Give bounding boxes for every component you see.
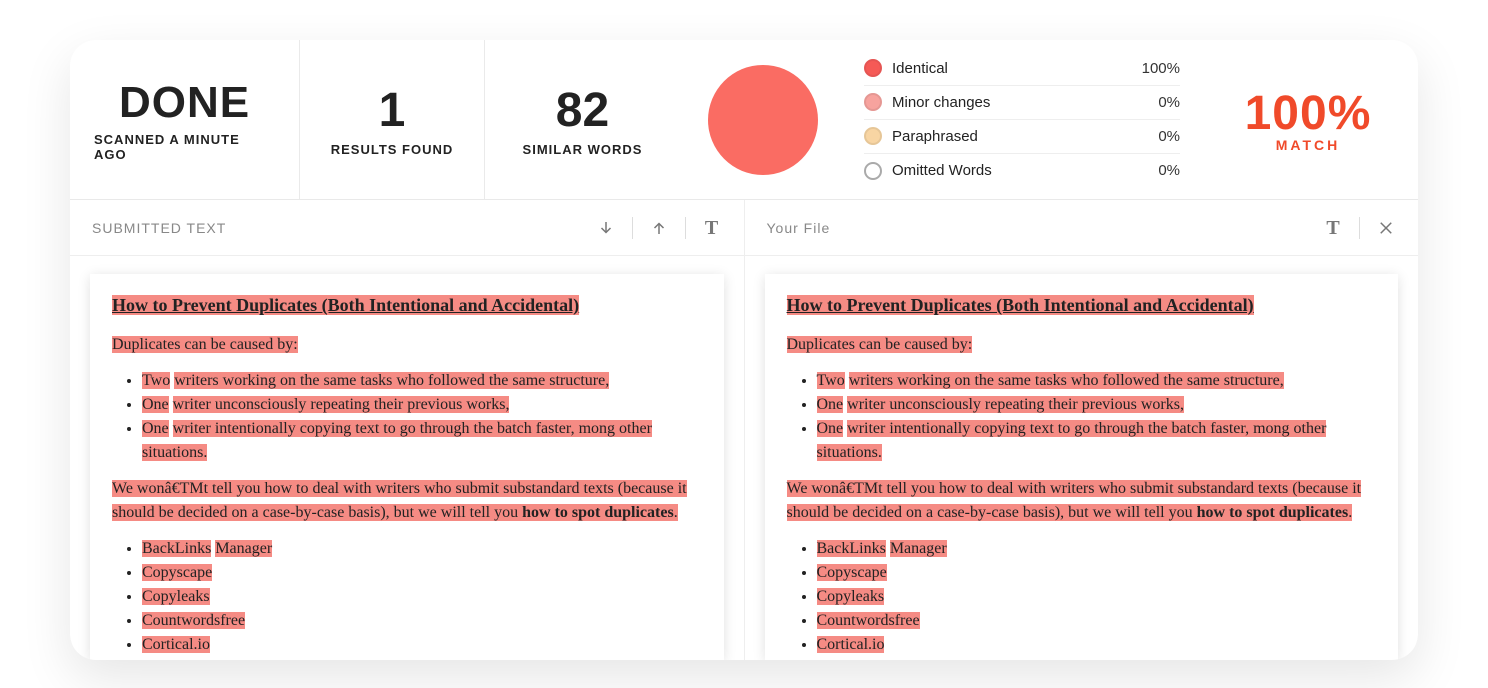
dot-paraphrased-icon <box>864 127 882 145</box>
legend-value: 0% <box>1158 128 1180 145</box>
right-pane: Your File T How to Prevent Duplicates (B… <box>745 200 1419 660</box>
match-legend: Identical 100% Minor changes 0% Paraphra… <box>846 40 1198 199</box>
list-item: Two writers working on the same tasks wh… <box>817 369 1377 393</box>
results-count: 1 <box>379 83 406 138</box>
list-item: Cortical.io <box>142 633 702 657</box>
status-text: DONE <box>119 78 250 128</box>
right-pane-title: Your File <box>767 220 831 236</box>
match-percent: 100% <box>1245 86 1372 141</box>
status-sub: SCANNED A MINUTE AGO <box>94 132 275 162</box>
list-item: BackLinks Manager <box>142 537 702 561</box>
legend-value: 0% <box>1158 162 1180 179</box>
status-cell: DONE SCANNED A MINUTE AGO <box>70 40 300 199</box>
list-item: One writer unconsciously repeating their… <box>817 393 1377 417</box>
doc-intro: Duplicates can be caused by: <box>787 333 1377 357</box>
doc-causes-list: Two writers working on the same tasks wh… <box>112 369 702 465</box>
legend-row-minor: Minor changes 0% <box>864 86 1180 120</box>
doc-tools-list: BackLinks Manager Copyscape Copyleaks Co… <box>112 537 702 657</box>
divider <box>685 217 686 239</box>
legend-label: Omitted Words <box>892 162 992 179</box>
right-pane-head: Your File T <box>745 200 1419 256</box>
match-label: MATCH <box>1276 137 1341 153</box>
left-pane-head: SUBMITTED TEXT T <box>70 200 744 256</box>
arrow-down-icon[interactable] <box>596 218 616 238</box>
list-item: Copyscape <box>817 561 1377 585</box>
list-item: Copyscape <box>142 561 702 585</box>
results-label: RESULTS FOUND <box>331 142 454 157</box>
left-pane-tools: T <box>596 217 722 239</box>
legend-value: 0% <box>1158 94 1180 111</box>
list-item: Cortical.io <box>817 633 1377 657</box>
right-pane-tools: T <box>1323 217 1396 239</box>
left-pane-title: SUBMITTED TEXT <box>92 220 226 236</box>
match-circle-icon <box>708 65 818 175</box>
legend-value: 100% <box>1142 60 1180 77</box>
divider <box>632 217 633 239</box>
list-item: One writer unconsciously repeating their… <box>142 393 702 417</box>
results-cell: 1 RESULTS FOUND <box>300 40 485 199</box>
list-item: Countwordsfree <box>142 609 702 633</box>
arrow-up-icon[interactable] <box>649 218 669 238</box>
legend-label: Paraphrased <box>892 128 978 145</box>
text-formatting-icon[interactable]: T <box>702 218 722 238</box>
dot-minor-icon <box>864 93 882 111</box>
doc-tools-list: BackLinks Manager Copyscape Copyleaks Co… <box>787 537 1377 657</box>
doc-heading: How to Prevent Duplicates (Both Intentio… <box>787 292 1377 319</box>
list-item: BackLinks Manager <box>817 537 1377 561</box>
submitted-document: How to Prevent Duplicates (Both Intentio… <box>90 274 724 660</box>
list-item: Copyleaks <box>817 585 1377 609</box>
doc-causes-list: Two writers working on the same tasks wh… <box>787 369 1377 465</box>
left-pane: SUBMITTED TEXT T <box>70 200 745 660</box>
list-item: One writer intentionally copying text to… <box>817 417 1377 465</box>
dot-omitted-icon <box>864 162 882 180</box>
similar-count: 82 <box>556 83 609 138</box>
match-circle-wrap <box>680 40 846 199</box>
compare-panes: SUBMITTED TEXT T <box>70 200 1418 660</box>
similar-label: SIMILAR WORDS <box>523 142 643 157</box>
doc-paragraph: We wonâ€TMt tell you how to deal with wr… <box>112 477 702 525</box>
list-item: Two writers working on the same tasks wh… <box>142 369 702 393</box>
doc-heading: How to Prevent Duplicates (Both Intentio… <box>112 292 702 319</box>
legend-row-identical: Identical 100% <box>864 52 1180 86</box>
similar-cell: 82 SIMILAR WORDS <box>485 40 680 199</box>
source-document: How to Prevent Duplicates (Both Intentio… <box>765 274 1399 660</box>
list-item: Countwordsfree <box>817 609 1377 633</box>
text-formatting-icon[interactable]: T <box>1323 218 1343 238</box>
doc-intro: Duplicates can be caused by: <box>112 333 702 357</box>
legend-row-paraphrased: Paraphrased 0% <box>864 120 1180 154</box>
legend-label: Minor changes <box>892 94 990 111</box>
close-icon[interactable] <box>1376 218 1396 238</box>
match-cell: 100% MATCH <box>1198 40 1418 199</box>
list-item: One writer intentionally copying text to… <box>142 417 702 465</box>
legend-label: Identical <box>892 60 948 77</box>
doc-paragraph: We wonâ€TMt tell you how to deal with wr… <box>787 477 1377 525</box>
list-item: Copyleaks <box>142 585 702 609</box>
dot-identical-icon <box>864 59 882 77</box>
report-card: DONE SCANNED A MINUTE AGO 1 RESULTS FOUN… <box>70 40 1418 660</box>
legend-row-omitted: Omitted Words 0% <box>864 154 1180 188</box>
divider <box>1359 217 1360 239</box>
summary-bar: DONE SCANNED A MINUTE AGO 1 RESULTS FOUN… <box>70 40 1418 200</box>
